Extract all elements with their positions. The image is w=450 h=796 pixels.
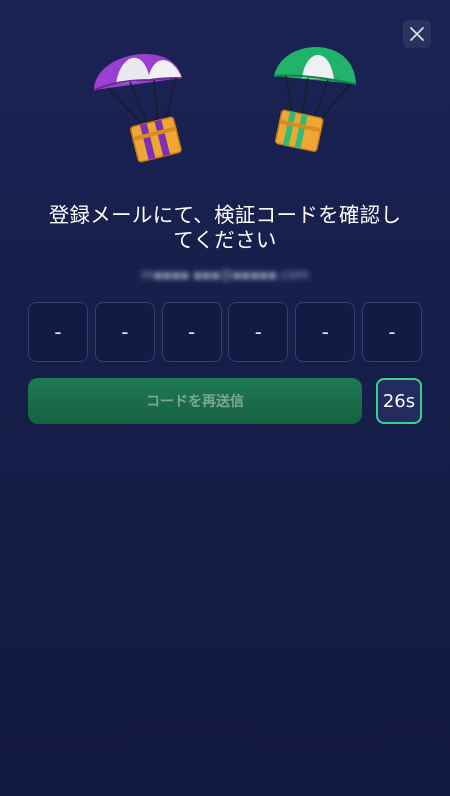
title-line: 登録メールにて、検証コードを確認し — [48, 203, 402, 227]
masked-email: m▪▪▪▪ ▪▪▪@▪▪▪▪▪.com — [141, 268, 309, 283]
resend-code-button[interactable]: コードを再送信 — [28, 378, 362, 424]
verification-screen: 登録メールにて、検証コードを確認し てください m▪▪▪▪ ▪▪▪@▪▪▪▪▪.… — [0, 0, 450, 796]
code-digit-box[interactable]: - — [361, 302, 422, 362]
close-button[interactable] — [403, 20, 431, 48]
code-digit-box[interactable]: - — [161, 302, 222, 362]
parachute-gift-green-icon — [273, 46, 357, 153]
verification-code-input[interactable]: - - - - - - — [28, 302, 422, 364]
code-digit-box[interactable]: - — [295, 302, 356, 362]
title-line: てください — [173, 228, 277, 252]
code-digit-box[interactable]: - — [94, 302, 155, 362]
page-title: 登録メールにて、検証コードを確認し てください — [20, 203, 430, 253]
code-digit-box[interactable]: - — [28, 302, 88, 362]
parachute-gift-purple-icon — [93, 53, 183, 163]
close-icon — [410, 27, 424, 41]
code-digit-box[interactable]: - — [228, 302, 289, 362]
countdown-timer: 26s — [376, 378, 422, 424]
